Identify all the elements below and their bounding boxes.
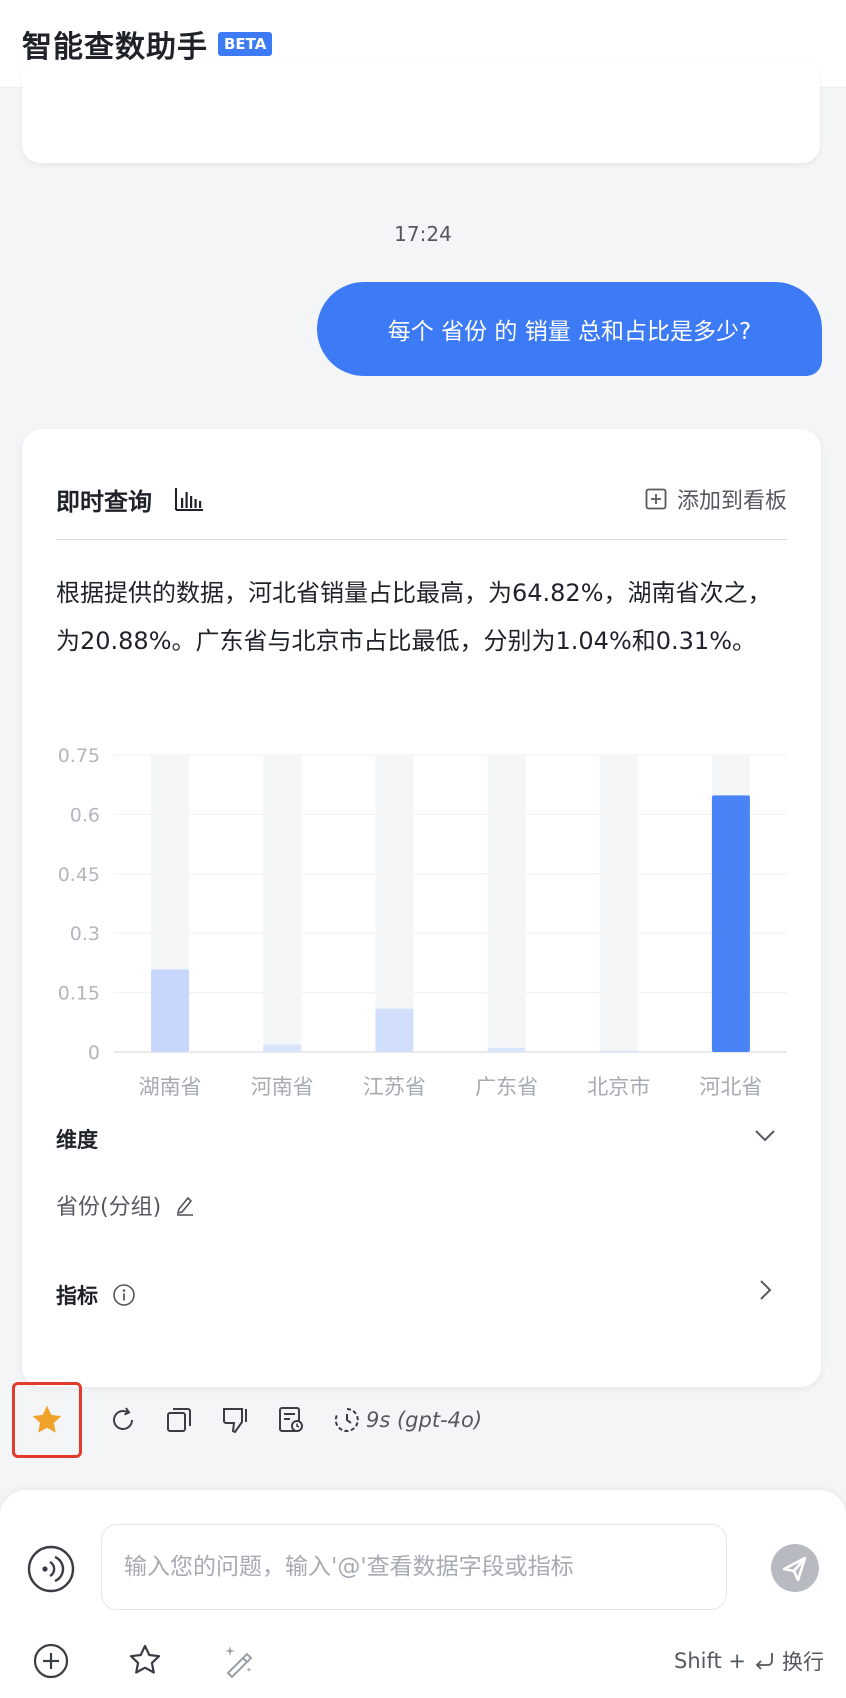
star-icon [32,1405,62,1433]
star-outline-icon[interactable] [126,1642,164,1680]
y-tick-label: 0.6 [70,804,100,826]
message-timestamp: 17:24 [394,222,452,246]
enter-key-icon [755,1653,773,1670]
report-icon [279,1407,303,1432]
hint-shift: Shift + [673,1649,746,1673]
bar-chart: 0 0.15 0.3 0.45 0.6 0.75 湖南省 河南省 江苏省 广东省 北京市 河北省 [58,745,787,1099]
question-input[interactable] [124,1554,704,1580]
x-tick-label: 北京市 [587,1075,650,1099]
favorite-button[interactable] [12,1382,82,1458]
metric-label: 指标 [56,1284,98,1308]
bar-background [375,755,414,1052]
x-tick-label: 河北省 [699,1075,762,1099]
dimension-value: 省份(分组) [56,1189,195,1221]
bar-广东省[interactable] [487,1047,526,1052]
add-to-board-button[interactable]: 添加到看板 [645,483,787,515]
history-icon [334,1408,359,1432]
refresh-icon [113,1407,133,1430]
answer-card-header: 即时查询 添加到看板 [56,479,787,519]
answer-action-bar: 9s (gpt-4o) [12,1382,532,1458]
answer-summary: 根据提供的数据，河北省销量占比最高，为64.82%，湖南省次之，为20.88%。… [56,579,772,655]
card-divider [56,539,787,540]
metric-section: 指标 [56,1280,136,1310]
answer-card-title: 即时查询 [56,487,152,516]
x-tick-label: 湖南省 [139,1075,202,1099]
hint-newline: 换行 [782,1650,824,1674]
history-button[interactable] [332,1405,362,1435]
bar-background [487,755,526,1052]
y-tick-label: 0 [88,1042,100,1064]
x-tick-label: 江苏省 [363,1075,426,1099]
bar-chart-icon[interactable] [174,486,204,512]
y-tick-label: 0.45 [58,864,100,886]
chevron-down-icon[interactable] [752,1122,778,1148]
add-square-icon [645,488,667,510]
voice-input-icon[interactable] [26,1544,76,1594]
dimension-value-text: 省份(分组) [56,1195,162,1220]
newline-hint: Shift + 换行 [674,1646,824,1676]
magic-wand-icon[interactable] [220,1642,258,1680]
y-tick-label: 0.15 [58,983,100,1005]
bar-河北省[interactable] [711,795,750,1052]
bar-background [263,755,302,1052]
user-message-text: 每个 省份 的 销量 总和占比是多少? [387,319,752,345]
add-circle-icon[interactable] [32,1642,70,1680]
question-input-wrapper[interactable] [101,1524,727,1610]
response-timing: 9s (gpt-4o) [366,1408,483,1432]
copy-button[interactable] [164,1405,194,1435]
report-button[interactable] [276,1405,306,1435]
app-title: 智能查数助手 [22,29,208,65]
edit-pencil-icon[interactable] [175,1194,195,1216]
dislike-button[interactable] [220,1405,250,1435]
bar-江苏省[interactable] [375,1008,414,1052]
thumbs-down-icon [223,1408,247,1434]
y-tick-label: 0.75 [58,745,100,767]
user-message-bubble: 每个 省份 的 销量 总和占比是多少? [317,282,822,376]
bar-background [599,755,638,1052]
composer-panel: Shift + 换行 [0,1490,846,1698]
previous-answer-card [22,60,820,163]
bar-北京市[interactable] [599,1050,638,1052]
beta-badge: BETA [218,31,273,56]
x-tick-label: 广东省 [475,1075,538,1099]
dimension-label: 维度 [56,1128,98,1152]
info-icon[interactable] [112,1283,136,1307]
regenerate-button[interactable] [108,1405,138,1435]
bar-河南省[interactable] [263,1044,302,1052]
copy-icon [167,1408,191,1432]
y-tick-label: 0.3 [70,923,100,945]
chevron-right-icon[interactable] [754,1277,776,1303]
x-tick-label: 河南省 [251,1075,314,1099]
send-icon[interactable] [769,1542,821,1594]
add-to-board-label: 添加到看板 [676,489,787,514]
bar-湖南省[interactable] [151,969,190,1052]
